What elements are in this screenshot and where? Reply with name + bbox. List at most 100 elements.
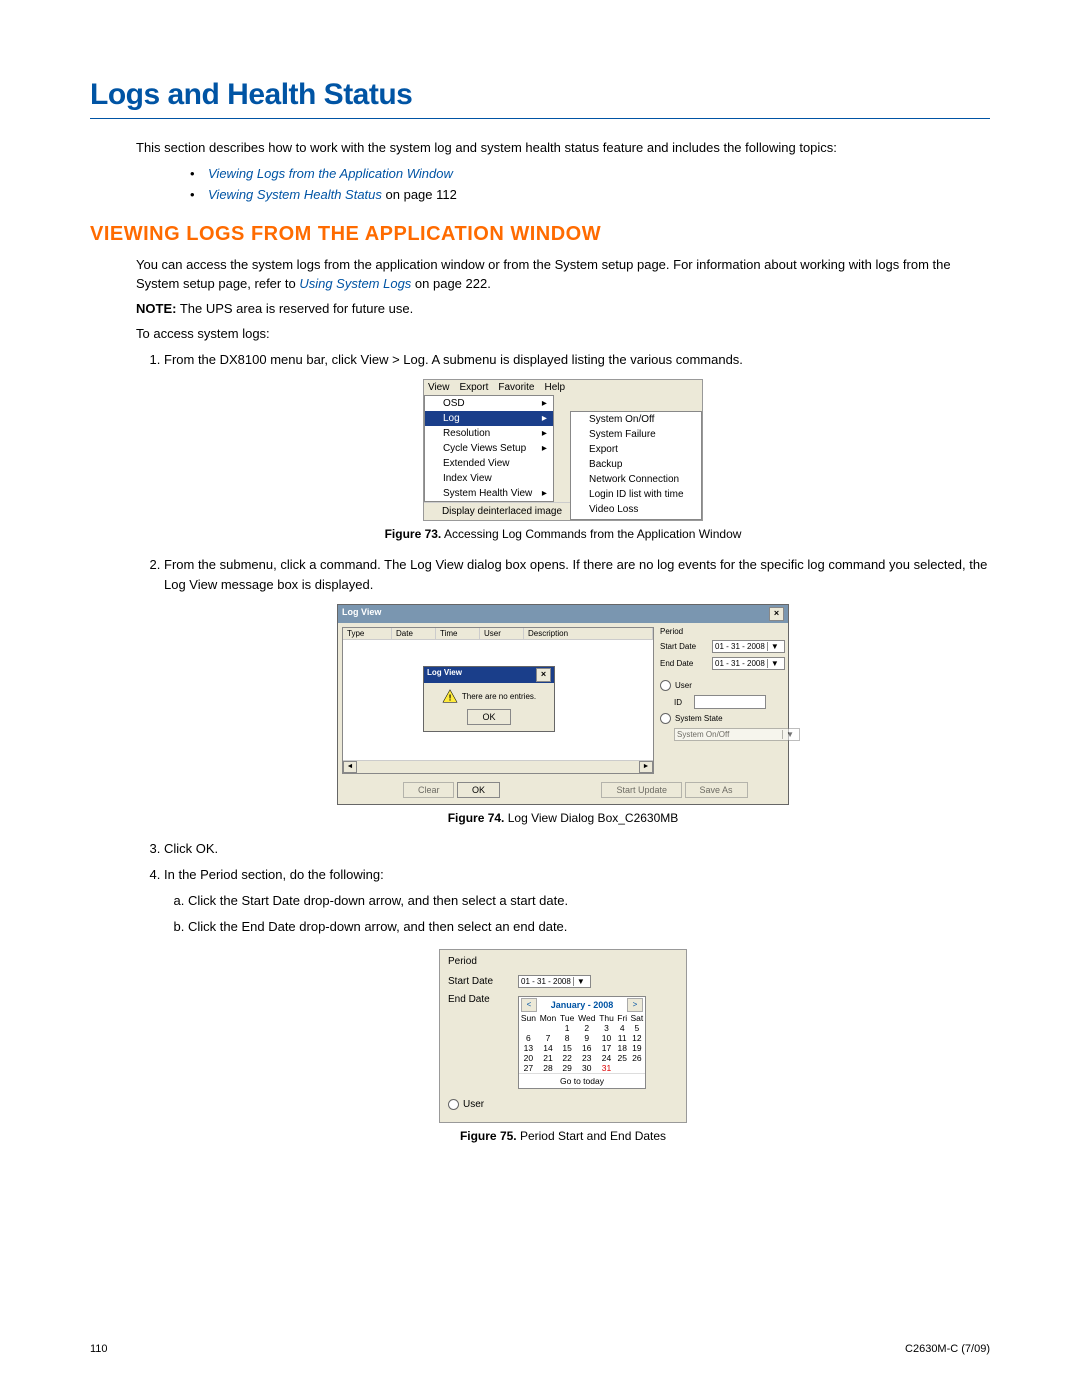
log-table: TypeDateTimeUserDescription Log View × ! (342, 627, 654, 774)
table-header[interactable]: User (480, 628, 524, 639)
calendar-cell[interactable]: 13 (519, 1043, 538, 1053)
start-date-picker[interactable]: 01 - 31 - 2008▼ (518, 975, 591, 988)
chevron-right-icon: ▸ (542, 398, 547, 409)
submenu-item[interactable]: Login ID list with time (571, 487, 701, 502)
calendar-cell[interactable]: 10 (597, 1033, 615, 1043)
menu-item[interactable]: Cycle Views Setup▸ (425, 441, 553, 456)
menu-help[interactable]: Help (544, 382, 565, 393)
step-2: From the submenu, click a command. The L… (164, 555, 990, 594)
log-submenu: System On/OffSystem FailureExportBackupN… (570, 411, 702, 520)
close-icon[interactable]: × (769, 607, 784, 621)
menu-item[interactable]: Resolution▸ (425, 426, 553, 441)
calendar-cell[interactable]: 17 (597, 1043, 615, 1053)
calendar-cell (629, 1063, 645, 1073)
submenu-item[interactable]: Network Connection (571, 472, 701, 487)
page-title: Logs and Health Status (90, 78, 990, 112)
system-state-select[interactable]: System On/Off▼ (674, 728, 800, 741)
calendar-widget[interactable]: < January - 2008 > SunMonTueWedThuFriSat… (518, 996, 646, 1089)
calendar-day-header: Fri (616, 1013, 629, 1023)
calendar-cell[interactable]: 4 (616, 1023, 629, 1033)
calendar-cell[interactable]: 21 (538, 1053, 558, 1063)
table-header[interactable]: Date (392, 628, 436, 639)
id-input[interactable] (694, 695, 766, 709)
chevron-right-icon: ▸ (542, 488, 547, 499)
go-to-today-button[interactable]: Go to today (519, 1073, 645, 1088)
table-header[interactable]: Time (436, 628, 480, 639)
chevron-down-icon: ▼ (782, 730, 797, 739)
submenu-item[interactable]: Export (571, 442, 701, 457)
calendar-cell[interactable]: 6 (519, 1033, 538, 1043)
end-date-picker[interactable]: 01 - 31 - 2008▼ (712, 657, 785, 670)
calendar-cell[interactable]: 7 (538, 1033, 558, 1043)
calendar-cell[interactable]: 29 (558, 1063, 576, 1073)
menu-item[interactable]: Extended View (425, 456, 553, 471)
calendar-day-header: Sat (629, 1013, 645, 1023)
clear-button[interactable]: Clear (403, 782, 455, 798)
start-update-button[interactable]: Start Update (601, 782, 682, 798)
menu-export[interactable]: Export (459, 382, 488, 393)
submenu-item[interactable]: Backup (571, 457, 701, 472)
calendar-grid[interactable]: SunMonTueWedThuFriSat1234567891011121314… (519, 1013, 645, 1073)
calendar-cell[interactable]: 27 (519, 1063, 538, 1073)
calendar-cell[interactable]: 24 (597, 1053, 615, 1063)
calendar-cell[interactable]: 28 (538, 1063, 558, 1073)
chevron-down-icon: ▼ (573, 977, 588, 986)
calendar-cell[interactable]: 1 (558, 1023, 576, 1033)
link-viewing-logs[interactable]: Viewing Logs from the Application Window (208, 166, 453, 181)
menu-item[interactable]: System Health View▸ (425, 486, 553, 501)
start-date-picker[interactable]: 01 - 31 - 2008▼ (712, 640, 785, 653)
calendar-cell[interactable]: 5 (629, 1023, 645, 1033)
calendar-cell[interactable]: 20 (519, 1053, 538, 1063)
chevron-right-icon: ▸ (542, 443, 547, 454)
calendar-cell[interactable]: 8 (558, 1033, 576, 1043)
submenu-item[interactable]: Video Loss (571, 502, 701, 517)
ok-button[interactable]: OK (467, 709, 510, 725)
calendar-cell[interactable]: 2 (576, 1023, 597, 1033)
horizontal-scrollbar[interactable]: ◄► (343, 760, 653, 773)
logview-title: Log View (342, 607, 381, 621)
calendar-cell[interactable]: 31 (597, 1063, 615, 1073)
calendar-cell[interactable]: 11 (616, 1033, 629, 1043)
menu-item[interactable]: Index View (425, 471, 553, 486)
save-as-button[interactable]: Save As (685, 782, 748, 798)
menu-item[interactable]: Log▸ (425, 411, 553, 426)
ok-button[interactable]: OK (457, 782, 500, 798)
menu-view[interactable]: View (428, 382, 450, 393)
calendar-cell[interactable]: 19 (629, 1043, 645, 1053)
calendar-cell[interactable]: 30 (576, 1063, 597, 1073)
calendar-cell[interactable]: 26 (629, 1053, 645, 1063)
table-header[interactable]: Description (524, 628, 653, 639)
calendar-cell[interactable]: 12 (629, 1033, 645, 1043)
calendar-cell[interactable]: 22 (558, 1053, 576, 1063)
link-system-health[interactable]: Viewing System Health Status (208, 187, 382, 202)
calendar-cell[interactable]: 25 (616, 1053, 629, 1063)
submenu-item[interactable]: System On/Off (571, 412, 701, 427)
calendar-cell[interactable]: 23 (576, 1053, 597, 1063)
title-rule (90, 118, 990, 119)
calendar-cell[interactable]: 18 (616, 1043, 629, 1053)
start-date-label: Start Date (660, 642, 712, 651)
step-3: Click OK. (164, 839, 990, 859)
calendar-next-button[interactable]: > (627, 998, 643, 1012)
menu-footer[interactable]: Display deinterlaced image (424, 502, 570, 520)
link-using-system-logs[interactable]: Using System Logs (299, 276, 411, 291)
calendar-cell[interactable]: 14 (538, 1043, 558, 1053)
calendar-cell[interactable]: 9 (576, 1033, 597, 1043)
calendar-prev-button[interactable]: < (521, 998, 537, 1012)
calendar-cell[interactable]: 16 (576, 1043, 597, 1053)
figure-74-caption: Figure 74. Log View Dialog Box_C2630MB (136, 811, 990, 825)
system-state-radio[interactable] (660, 713, 671, 724)
user-radio[interactable] (660, 680, 671, 691)
menu-item[interactable]: OSD▸ (425, 396, 553, 411)
user-radio[interactable] (448, 1099, 459, 1110)
close-icon[interactable]: × (536, 668, 551, 682)
calendar-cell (616, 1063, 629, 1073)
menu-favorite[interactable]: Favorite (498, 382, 534, 393)
calendar-cell[interactable]: 3 (597, 1023, 615, 1033)
submenu-item[interactable]: System Failure (571, 427, 701, 442)
calendar-cell[interactable]: 15 (558, 1043, 576, 1053)
start-date-label: Start Date (448, 976, 518, 987)
table-header[interactable]: Type (343, 628, 392, 639)
intro-text: This section describes how to work with … (136, 139, 990, 158)
period-label: Period (448, 956, 678, 967)
